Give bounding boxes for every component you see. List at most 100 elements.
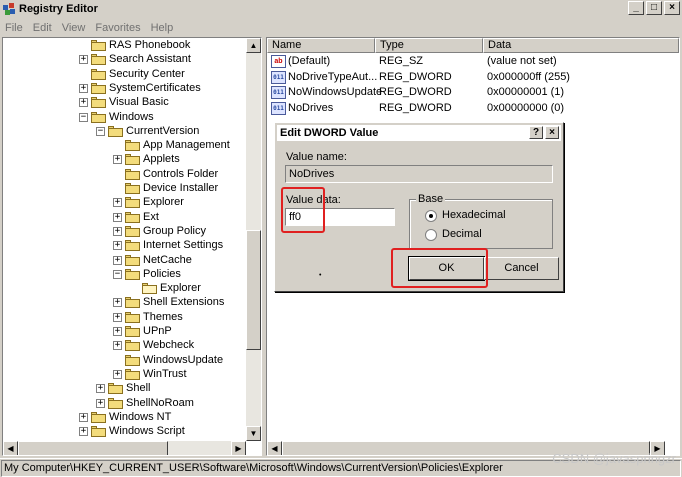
- expand-icon[interactable]: +: [113, 369, 122, 379]
- scroll-right-button[interactable]: ▶: [231, 441, 246, 455]
- expand-icon[interactable]: +: [113, 312, 122, 322]
- value-row[interactable]: 011 NoDrives REG_DWORD 0x00000000 (0): [267, 101, 679, 116]
- expand-icon[interactable]: +: [79, 98, 88, 108]
- tree-item[interactable]: + WinTrust: [3, 368, 246, 382]
- tree-item[interactable]: + Visual Basic: [3, 96, 246, 110]
- expand-icon[interactable]: +: [113, 341, 122, 351]
- tree-item[interactable]: + Shell: [3, 382, 246, 396]
- expand-icon[interactable]: +: [113, 327, 122, 336]
- folder-icon: [125, 225, 140, 237]
- base-groupbox: Base Hexadecimal Decimal: [409, 193, 553, 249]
- column-header-data[interactable]: Data: [483, 38, 679, 53]
- tree-item[interactable]: + Explorer: [3, 196, 246, 210]
- tree-item[interactable]: + Webcheck: [3, 339, 246, 353]
- tree-item[interactable]: − Policies: [3, 268, 246, 282]
- tree-item[interactable]: App Management: [3, 139, 246, 153]
- tree-item[interactable]: + Ext: [3, 211, 246, 225]
- hexadecimal-label[interactable]: Hexadecimal: [442, 209, 506, 221]
- tree-item[interactable]: + UPnP: [3, 325, 246, 339]
- folder-icon: [91, 426, 106, 438]
- expand-icon[interactable]: +: [96, 384, 105, 394]
- tree-item[interactable]: + Windows Script: [3, 425, 246, 439]
- decimal-radio[interactable]: [425, 229, 437, 241]
- expand-icon[interactable]: +: [79, 83, 88, 93]
- collapse-icon[interactable]: −: [79, 112, 88, 122]
- dword-value-icon: 011: [271, 101, 286, 115]
- column-header-name[interactable]: Name: [267, 38, 375, 53]
- tree-horizontal-scrollbar[interactable]: ◀ ▶: [3, 441, 246, 455]
- expand-icon[interactable]: +: [113, 255, 122, 265]
- menu-favorites[interactable]: Favorites: [90, 22, 145, 34]
- minimize-button[interactable]: _: [628, 1, 644, 15]
- expand-icon[interactable]: +: [113, 226, 122, 236]
- tree-item[interactable]: RAS Phonebook: [3, 39, 246, 53]
- tree-item[interactable]: Explorer: [3, 282, 246, 296]
- scroll-thumb-horizontal[interactable]: [18, 441, 168, 455]
- folder-icon: [125, 354, 140, 366]
- menu-view[interactable]: View: [57, 22, 91, 34]
- menu-file[interactable]: File: [0, 22, 28, 34]
- value-row[interactable]: 011 NoWindowsUpdate REG_DWORD 0x00000001 (1…: [267, 85, 679, 100]
- expand-icon[interactable]: +: [113, 155, 122, 165]
- expand-icon[interactable]: +: [79, 427, 88, 437]
- close-button[interactable]: ×: [664, 1, 680, 15]
- menu-edit[interactable]: Edit: [28, 22, 57, 34]
- tree-item[interactable]: + SystemCertificates: [3, 82, 246, 96]
- value-name: NoWindowsUpdate: [288, 86, 383, 98]
- decimal-label[interactable]: Decimal: [442, 228, 482, 240]
- value-row[interactable]: 011 NoDriveTypeAut... REG_DWORD 0x000000ff …: [267, 70, 679, 85]
- collapse-icon[interactable]: −: [96, 126, 105, 136]
- dialog-title: Edit DWORD Value: [280, 127, 379, 139]
- collapse-icon[interactable]: −: [113, 269, 122, 279]
- value-data: (value not set): [487, 55, 557, 67]
- tree-item[interactable]: + ShellNoRoam: [3, 397, 246, 411]
- tree-item[interactable]: + Themes: [3, 311, 246, 325]
- list-scroll-left-button[interactable]: ◀: [267, 441, 282, 455]
- scroll-left-button[interactable]: ◀: [3, 441, 18, 455]
- highlight-value-data: [281, 187, 325, 233]
- tree-item[interactable]: Controls Folder: [3, 168, 246, 182]
- tree-item[interactable]: + Search Assistant: [3, 53, 246, 67]
- registry-tree[interactable]: ▲ ▼ ◀ ▶ RAS Phonebook + Search Assistant Se…: [2, 37, 262, 456]
- tree-item[interactable]: + Windows NT: [3, 411, 246, 425]
- tree-item[interactable]: Security Center: [3, 68, 246, 82]
- expand-icon[interactable]: +: [113, 212, 122, 222]
- tree-item-label: Windows: [109, 110, 154, 123]
- tree-item[interactable]: − Windows: [3, 111, 246, 125]
- expand-icon[interactable]: +: [79, 55, 88, 65]
- hexadecimal-radio[interactable]: [425, 210, 437, 222]
- value-name: NoDriveTypeAut...: [288, 70, 378, 83]
- tree-item[interactable]: − CurrentVersion: [3, 125, 246, 139]
- scroll-up-button[interactable]: ▲: [246, 38, 261, 53]
- expand-icon[interactable]: +: [113, 241, 122, 251]
- dialog-dot: •: [319, 272, 322, 279]
- folder-icon: [91, 82, 106, 94]
- tree-item[interactable]: + NetCache: [3, 254, 246, 268]
- tree-item[interactable]: + Applets: [3, 153, 246, 167]
- tree-item[interactable]: WindowsUpdate: [3, 354, 246, 368]
- menu-help[interactable]: Help: [146, 22, 179, 34]
- expand-icon[interactable]: +: [79, 412, 88, 422]
- tree-item[interactable]: + Shell Extensions: [3, 296, 246, 310]
- column-header-type[interactable]: Type: [375, 38, 483, 53]
- tree-item-label: Policies: [143, 267, 181, 280]
- scroll-down-button[interactable]: ▼: [246, 426, 261, 441]
- dialog-help-button[interactable]: ?: [529, 126, 543, 139]
- expand-icon[interactable]: +: [113, 198, 122, 208]
- tree-item-label: SystemCertificates: [109, 81, 201, 94]
- expand-icon[interactable]: +: [113, 298, 122, 308]
- tree-item[interactable]: + Group Policy: [3, 225, 246, 239]
- maximize-button[interactable]: □: [646, 1, 662, 15]
- value-name-label: Value name:: [286, 151, 347, 163]
- menu-bar: File Edit View Favorites Help: [0, 19, 682, 36]
- expand-icon[interactable]: +: [96, 398, 105, 408]
- cancel-button[interactable]: Cancel: [484, 257, 559, 280]
- folder-icon: [108, 383, 123, 395]
- value-row[interactable]: ab (Default) REG_SZ (value not set): [267, 54, 679, 69]
- tree-item-label: Device Installer: [143, 182, 219, 194]
- tree-item[interactable]: Device Installer: [3, 182, 246, 196]
- tree-item[interactable]: + Internet Settings: [3, 239, 246, 253]
- scroll-thumb[interactable]: [246, 230, 261, 350]
- tree-vertical-scrollbar[interactable]: ▲ ▼: [246, 38, 261, 441]
- dialog-close-button[interactable]: ×: [545, 126, 559, 139]
